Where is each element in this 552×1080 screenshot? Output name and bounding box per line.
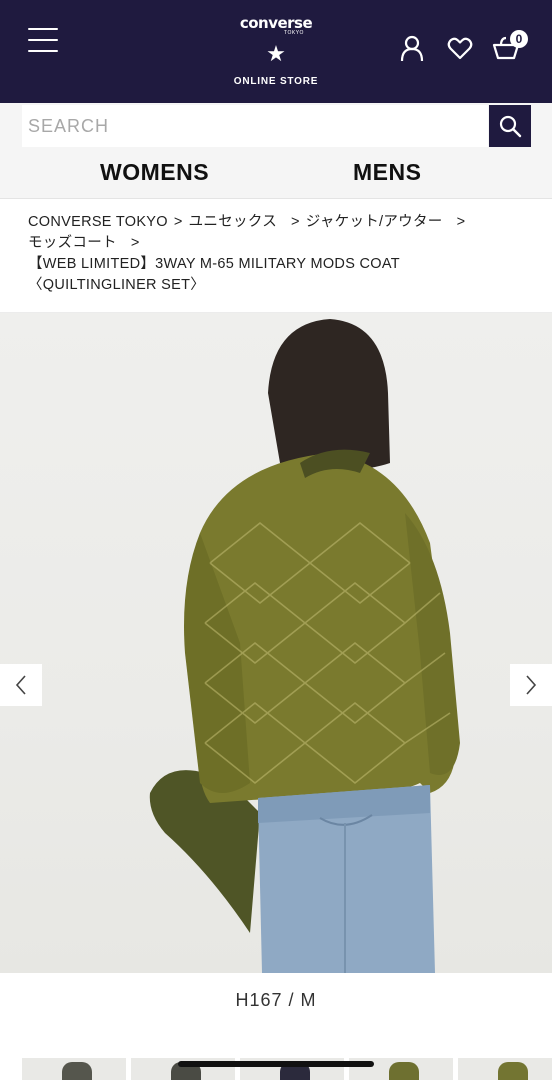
- search-bar: [0, 103, 552, 149]
- search-button[interactable]: [489, 105, 531, 147]
- site-header: converse TOKYO ★ ONLINE STORE 0: [0, 0, 552, 103]
- search-input[interactable]: [22, 105, 488, 147]
- product-image[interactable]: [0, 313, 552, 973]
- breadcrumb-item-jackets[interactable]: ジャケット/アウター: [306, 214, 443, 230]
- site-logo[interactable]: converse TOKYO ★ ONLINE STORE: [226, 14, 326, 98]
- gender-nav: WOMENS MENS: [0, 149, 552, 199]
- tab-mens[interactable]: MENS: [353, 159, 421, 186]
- breadcrumb-separator: >: [130, 235, 140, 251]
- breadcrumb-separator: >: [291, 214, 300, 230]
- tab-womens[interactable]: WOMENS: [100, 159, 209, 186]
- home-indicator: [178, 1061, 374, 1067]
- breadcrumb-separator: >: [173, 214, 183, 230]
- user-icon[interactable]: [398, 34, 426, 62]
- breadcrumb: CONVERSE TOKYO > ユニセックス > ジャケット/アウター > モッズコート…: [28, 212, 528, 296]
- search-icon: [499, 115, 522, 138]
- model-size-caption: H167 / M: [235, 990, 317, 1010]
- chevron-right-icon: [526, 675, 537, 695]
- thumbnail[interactable]: [22, 1058, 126, 1080]
- brand-name: converse: [239, 14, 313, 32]
- next-image-button[interactable]: [510, 664, 552, 706]
- thumbnail-strip: [0, 1056, 552, 1080]
- online-store-label: ONLINE STORE: [233, 76, 319, 87]
- breadcrumb-separator: >: [456, 214, 466, 230]
- prev-image-button[interactable]: [0, 664, 42, 706]
- breadcrumb-item-unisex[interactable]: ユニセックス: [189, 214, 277, 230]
- breadcrumb-item-home[interactable]: CONVERSE TOKYO: [28, 214, 168, 230]
- heart-icon[interactable]: [446, 34, 474, 62]
- breadcrumb-current: 【WEB LIMITED】3WAY M-65 MILITARY MODS COA…: [28, 256, 400, 293]
- cart-count-badge: 0: [510, 30, 528, 48]
- star-icon: ★: [266, 41, 286, 66]
- thumbnail[interactable]: [458, 1058, 552, 1080]
- breadcrumb-item-mods-coat[interactable]: モッズコート: [28, 235, 117, 251]
- product-photo: [149, 319, 460, 973]
- chevron-left-icon: [15, 675, 26, 695]
- hamburger-menu-icon[interactable]: [28, 28, 58, 52]
